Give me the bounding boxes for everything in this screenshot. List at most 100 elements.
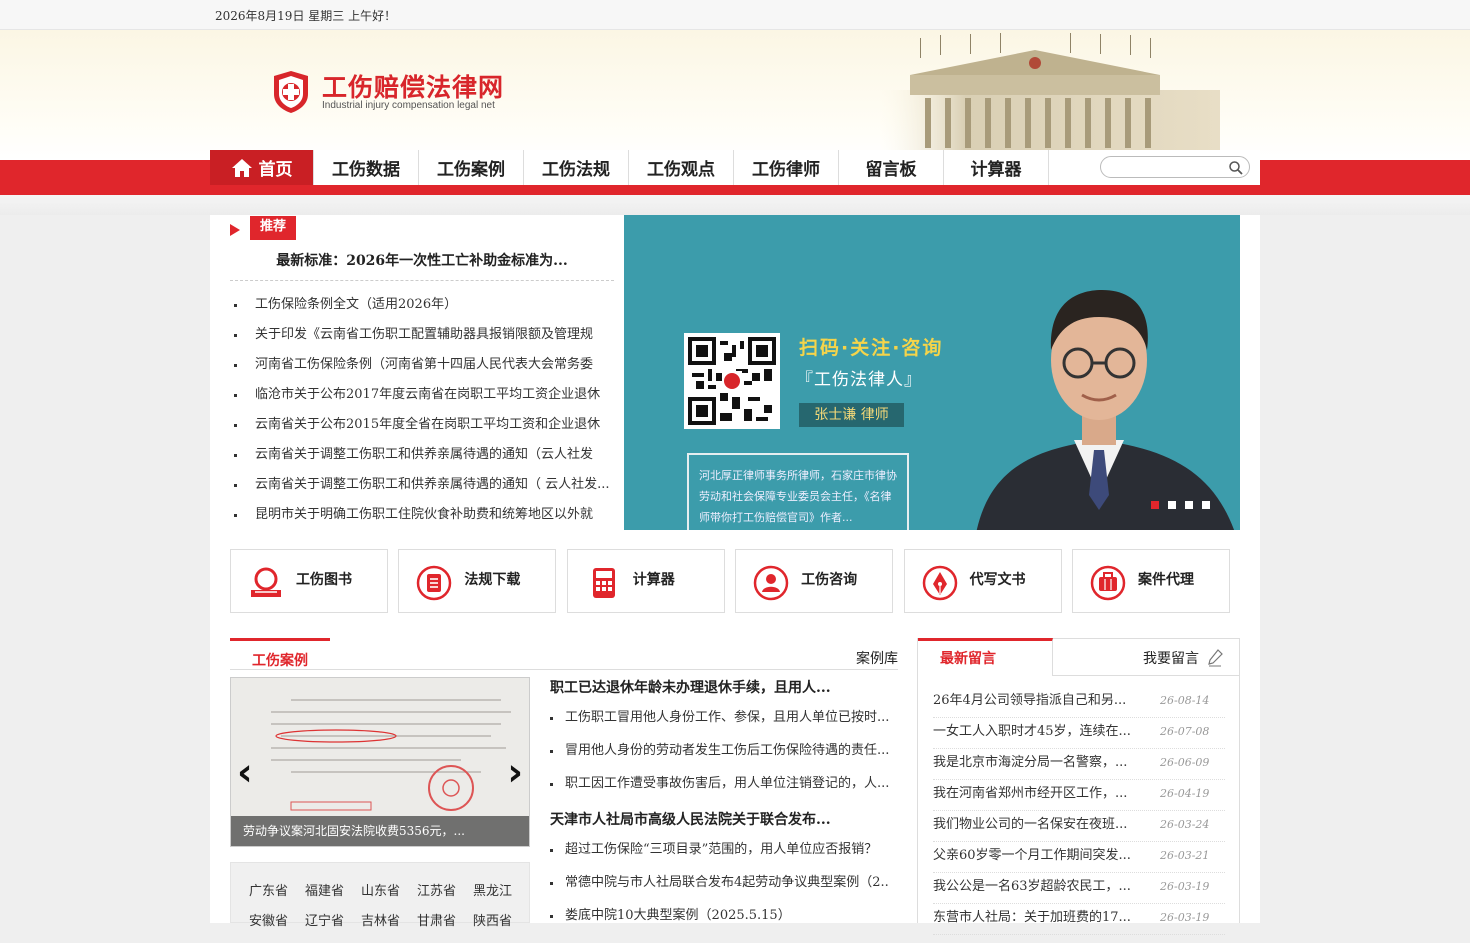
service-label: 案件代理 bbox=[1137, 572, 1194, 588]
tab-cases[interactable]: 工伤案例 bbox=[230, 638, 330, 670]
slide-caption[interactable]: 劳动争议案河北固安法院收费5356元，... bbox=[231, 816, 529, 846]
message-title: 一女工人入职时才45岁，连续在... bbox=[933, 724, 1131, 739]
site-logo[interactable]: 工伤赔偿法律网 Industrial injury compensation l… bbox=[270, 68, 510, 118]
service-label: 工伤图书 bbox=[296, 572, 352, 588]
slide-prev-icon[interactable]: ‹ bbox=[237, 750, 253, 794]
case-slideshow[interactable]: ‹ › 劳动争议案河北固安法院收费5356元，... bbox=[230, 677, 530, 847]
list-item[interactable]: 云南省关于调整工伤职工和供养亲属待遇的通知（ 云人社发... bbox=[230, 470, 614, 500]
qr-code-icon bbox=[688, 337, 776, 425]
site-header: 工伤赔偿法律网 Industrial injury compensation l… bbox=[0, 30, 1470, 160]
list-item[interactable]: 冒用他人身份的劳动者发生工伤后工伤保险待遇的责任... bbox=[550, 734, 890, 767]
list-item[interactable]: 云南省关于调整工伤职工和供养亲属待遇的通知（云人社发 bbox=[230, 440, 614, 470]
message-date: 26-03-19 bbox=[1160, 911, 1210, 924]
nav-item-views[interactable]: 工伤观点 bbox=[629, 150, 734, 185]
nav-item-data[interactable]: 工伤数据 bbox=[314, 150, 419, 185]
slide-next-icon[interactable]: › bbox=[507, 750, 523, 794]
case-group-title[interactable]: 职工已达退休年龄未办理退休手续，且用人... bbox=[550, 677, 831, 697]
service-writing[interactable]: 代写文书 bbox=[903, 549, 1062, 613]
banner-headline: 扫码·关注·咨询 bbox=[799, 337, 944, 359]
list-item[interactable]: 昆明市关于明确工伤职工住院伙食补助费和统筹地区以外就 bbox=[230, 500, 614, 530]
search-icon[interactable] bbox=[1228, 160, 1244, 176]
service-shortcuts: 工伤图书 法规下载 计算器 工伤咨询 代写文书 案件代理 bbox=[230, 549, 1230, 613]
list-item[interactable]: 娄底中院10大典型案例（2025.5.15） bbox=[550, 899, 890, 932]
province-link[interactable]: 江苏省 bbox=[417, 880, 473, 899]
leave-message-label: 我要留言 bbox=[1143, 651, 1199, 667]
nav-item-cases[interactable]: 工伤案例 bbox=[419, 150, 524, 185]
list-item[interactable]: 关于印发《云南省工伤职工配置辅助器具报销限额及管理规 bbox=[230, 320, 614, 350]
service-label: 计算器 bbox=[632, 572, 675, 588]
message-date: 26-03-24 bbox=[1160, 818, 1210, 831]
nav-item-guestbook[interactable]: 留言板 bbox=[839, 150, 944, 185]
slide-dot[interactable] bbox=[1185, 501, 1193, 509]
banner-slider[interactable]: 扫码·关注·咨询 『工伤法律人』 张士谦 律师 河北厚正律师事务所律师，石家庄市… bbox=[624, 215, 1240, 530]
list-item[interactable]: 工伤保险条例全文（适用2026年） bbox=[230, 290, 614, 320]
triangle-icon bbox=[230, 224, 240, 236]
province-link[interactable]: 黑龙江 bbox=[473, 880, 529, 899]
message-date: 26-03-19 bbox=[1160, 880, 1210, 893]
message-date: 26-06-09 bbox=[1160, 756, 1210, 769]
province-link[interactable]: 吉林省 bbox=[361, 910, 417, 929]
leave-message-link[interactable]: 我要留言 bbox=[1143, 648, 1223, 668]
message-date: 26-03-21 bbox=[1160, 849, 1210, 862]
nav-item-lawyers[interactable]: 工伤律师 bbox=[734, 150, 839, 185]
slide-dot[interactable] bbox=[1151, 501, 1159, 509]
province-link[interactable]: 陕西省 bbox=[473, 910, 529, 929]
message-item[interactable]: 我是北京市海淀分局一名警察，... 26-06-09 bbox=[933, 749, 1225, 780]
banner-pagination bbox=[1151, 501, 1219, 509]
recommend-label: 推荐 bbox=[250, 216, 296, 240]
message-date: 26-08-14 bbox=[1160, 694, 1210, 707]
province-link[interactable]: 福建省 bbox=[305, 880, 361, 899]
service-case-agent[interactable]: 案件代理 bbox=[1071, 549, 1230, 613]
tab-latest-messages[interactable]: 最新留言 bbox=[918, 638, 1053, 676]
cases-header: 工伤案例 案例库 bbox=[230, 638, 898, 670]
pen-icon bbox=[922, 565, 957, 601]
list-item[interactable]: 工伤职工冒用他人身份工作、参保，且用人单位已按时... bbox=[550, 701, 890, 734]
service-label: 代写文书 bbox=[969, 572, 1026, 588]
message-item[interactable]: 父亲60岁零一个月工作期间突发... 26-03-21 bbox=[933, 842, 1225, 873]
province-link[interactable]: 广东省 bbox=[249, 880, 305, 899]
list-item[interactable]: 常德中院与市人社局联合发布4起劳动争议典型案例（2... bbox=[550, 866, 890, 899]
banner-account: 『工伤法律人』 bbox=[796, 370, 922, 390]
province-link[interactable]: 山东省 bbox=[361, 880, 417, 899]
service-calculator[interactable]: 计算器 bbox=[566, 549, 725, 613]
nav-item-calculator[interactable]: 计算器 bbox=[944, 150, 1049, 185]
message-date: 26-04-19 bbox=[1160, 787, 1210, 800]
province-links: 广东省 福建省 山东省 江苏省 黑龙江 安徽省 辽宁省 吉林省 甘肃省 陕西省 bbox=[230, 862, 530, 929]
top-bar: 2026年8月19日 星期三 上午好！ bbox=[0, 0, 1470, 30]
list-item[interactable]: 云南省关于公布2015年度全省在岗职工平均工资和企业退休 bbox=[230, 410, 614, 440]
case-group-title[interactable]: 天津市人社局市高级人民法院关于联合发布... bbox=[550, 809, 831, 829]
message-title: 26年4月公司领导指派自己和另... bbox=[933, 693, 1127, 708]
slide-dot[interactable] bbox=[1168, 501, 1176, 509]
message-item[interactable]: 我们物业公司的一名保安在夜班... 26-03-24 bbox=[933, 811, 1225, 842]
list-item[interactable]: 河南省工伤保险条例（河南省第十四届人民代表大会常务委 bbox=[230, 350, 614, 380]
list-item[interactable]: 职工因工作遭受事故伤害后，用人单位注销登记的，人... bbox=[550, 767, 890, 800]
briefcase-icon bbox=[1090, 565, 1126, 601]
message-item[interactable]: 26年4月公司领导指派自己和另... 26-08-14 bbox=[933, 687, 1225, 718]
case-list: 工伤职工冒用他人身份工作、参保，且用人单位已按时... 冒用他人身份的劳动者发生… bbox=[550, 701, 890, 800]
book-icon bbox=[251, 567, 281, 597]
province-link[interactable]: 甘肃省 bbox=[417, 910, 473, 929]
service-books[interactable]: 工伤图书 bbox=[230, 549, 388, 613]
message-item[interactable]: 一女工人入职时才45岁，连续在... 26-07-08 bbox=[933, 718, 1225, 749]
message-item[interactable]: 东营市人社局：关于加班费的17... 26-03-19 bbox=[933, 904, 1225, 935]
message-date: 26-07-08 bbox=[1160, 725, 1210, 738]
message-title: 东营市人社局：关于加班费的17... bbox=[933, 910, 1131, 925]
service-law-download[interactable]: 法规下载 bbox=[398, 549, 557, 613]
message-item[interactable]: 我在河南省郑州市经开区工作，... 26-04-19 bbox=[933, 780, 1225, 811]
home-icon bbox=[231, 158, 252, 177]
province-link[interactable]: 辽宁省 bbox=[305, 910, 361, 929]
service-consult[interactable]: 工伤咨询 bbox=[735, 549, 894, 613]
list-item[interactable]: 临沧市关于公布2017年度云南省在岗职工平均工资企业退休 bbox=[230, 380, 614, 410]
slide-dot[interactable] bbox=[1202, 501, 1210, 509]
list-item[interactable]: 超过工伤保险“三项目录”范围的，用人单位应否报销？ bbox=[550, 833, 890, 866]
province-link[interactable]: 安徽省 bbox=[249, 910, 305, 929]
recommend-headline[interactable]: 最新标准：2026年一次性工亡补助金标准为... bbox=[230, 250, 614, 281]
consult-icon bbox=[753, 565, 789, 601]
case-library-link[interactable]: 案例库 bbox=[856, 648, 898, 668]
search-box bbox=[1100, 156, 1250, 178]
nav-item-home[interactable]: 首页 bbox=[210, 150, 314, 185]
message-item[interactable]: 我公公是一名63岁超龄农民工，... 26-03-19 bbox=[933, 873, 1225, 904]
nav-item-laws[interactable]: 工伤法规 bbox=[524, 150, 629, 185]
current-date: 2026年8月19日 星期三 上午好！ bbox=[215, 9, 397, 23]
search-input[interactable] bbox=[1107, 159, 1227, 175]
